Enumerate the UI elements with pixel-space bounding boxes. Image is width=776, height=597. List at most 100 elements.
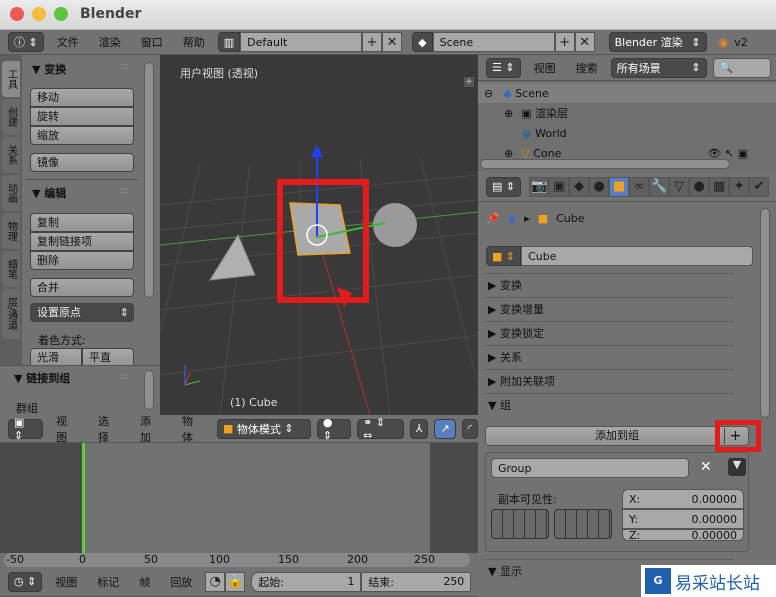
- pin-icon[interactable]: 📌: [486, 212, 500, 225]
- layout-icon[interactable]: ▥: [217, 32, 241, 52]
- tab-physics[interactable]: ✔: [749, 176, 770, 197]
- panel-transform[interactable]: ▶ 变换: [484, 273, 734, 297]
- duplicate-linked-button[interactable]: 复制链接项: [30, 232, 134, 251]
- tab-texture[interactable]: ▦: [709, 176, 730, 197]
- tab-layers[interactable]: 层/通道: [2, 289, 20, 339]
- timeline-scrollbar[interactable]: [4, 553, 470, 567]
- scale-button[interactable]: 缩放: [30, 126, 134, 145]
- current-frame-line[interactable]: [82, 443, 85, 553]
- menu-frame[interactable]: 帧: [132, 574, 157, 590]
- panel-relations[interactable]: ▶ 关系: [484, 345, 734, 369]
- outliner-item-render-layers[interactable]: ⊕ ▣ 渲染层: [478, 103, 776, 123]
- tab-tools[interactable]: 工具: [2, 61, 20, 97]
- editor-type-3d-icon[interactable]: ▣ ⇕: [8, 416, 44, 442]
- tab-render-layers[interactable]: ▣: [549, 176, 570, 197]
- scene-icon[interactable]: ◆: [412, 32, 433, 52]
- panel-delta-transform[interactable]: ▶ 变换增量: [484, 297, 734, 321]
- tab-physics[interactable]: 物理: [2, 213, 20, 249]
- outliner-search-input[interactable]: 🔍: [712, 57, 771, 78]
- delete-button[interactable]: 删除: [30, 251, 134, 270]
- offset-x-field[interactable]: X: 0.00000: [622, 489, 744, 509]
- object-name-input[interactable]: Cube: [521, 246, 754, 266]
- end-frame-field[interactable]: 结束: 250: [361, 571, 472, 592]
- offset-z-field[interactable]: Z: 0.00000: [622, 529, 744, 541]
- editor-type-info-icon[interactable]: ⓘ ⇕: [8, 32, 44, 52]
- menu-add[interactable]: 添加: [133, 413, 169, 445]
- duplicate-button[interactable]: 复制: [30, 213, 134, 232]
- link-group-scrollbar[interactable]: [144, 370, 154, 410]
- menu-render[interactable]: 渲染: [92, 34, 128, 50]
- layout-field[interactable]: Default: [240, 32, 363, 52]
- tab-world[interactable]: ●: [589, 176, 610, 197]
- group-name-input[interactable]: Group: [491, 458, 689, 478]
- tab-grease-pencil[interactable]: 蜡笔: [2, 251, 20, 287]
- drag-grip-icon[interactable]: ::::: [120, 186, 129, 196]
- rotate-button[interactable]: 旋转: [30, 107, 134, 126]
- manipulator-toggle-icon[interactable]: ⅄: [409, 418, 429, 439]
- menu-window[interactable]: 窗口: [134, 34, 170, 50]
- panel-transform-header[interactable]: ▼ 变换: [32, 61, 66, 77]
- tab-material[interactable]: ●: [689, 176, 710, 197]
- start-frame-field[interactable]: 起始: 1: [251, 571, 362, 592]
- panel-link-group-header[interactable]: ▼ 链接到组: [14, 370, 70, 386]
- tab-relations[interactable]: 关系: [2, 137, 20, 173]
- rotate-manipulator-icon[interactable]: ◜: [461, 418, 478, 439]
- tab-data[interactable]: ▽: [669, 176, 690, 197]
- lock-icon[interactable]: 🔒: [225, 571, 246, 592]
- layer-grid-1[interactable]: [491, 509, 549, 539]
- outliner-item-world[interactable]: ● World: [478, 123, 776, 143]
- add-layout-button[interactable]: +: [362, 32, 383, 52]
- menu-view[interactable]: 视图: [48, 574, 84, 590]
- minimize-window-button[interactable]: [32, 7, 46, 21]
- drag-grip-icon[interactable]: ::::: [120, 62, 129, 72]
- translate-manipulator-icon[interactable]: ↗: [434, 418, 456, 439]
- join-button[interactable]: 合并: [30, 278, 134, 297]
- mode-select[interactable]: ■ 物体模式 ⇕: [216, 418, 311, 439]
- 3d-viewport[interactable]: 用户视图 (透视) (1) Cube +: [160, 55, 478, 415]
- remove-scene-button[interactable]: ✕: [574, 32, 595, 52]
- drag-grip-icon[interactable]: ::::: [120, 372, 129, 382]
- tab-modifiers[interactable]: 🔧: [649, 176, 670, 197]
- tab-object[interactable]: ■: [609, 176, 630, 197]
- tab-render[interactable]: 📷: [529, 176, 550, 197]
- menu-playback[interactable]: 回放: [163, 574, 199, 590]
- scene-field[interactable]: Scene: [432, 32, 555, 52]
- menu-view[interactable]: 视图: [49, 413, 85, 445]
- panel-relations-extras[interactable]: ▶ 附加关联项: [484, 369, 734, 393]
- viewport-shading-select[interactable]: ● ⇕: [316, 416, 352, 442]
- layer-grid-2[interactable]: [554, 509, 612, 539]
- tab-scene[interactable]: ◆: [569, 176, 590, 197]
- add-scene-button[interactable]: +: [554, 32, 575, 52]
- remove-layout-button[interactable]: ✕: [382, 32, 403, 52]
- display-filter-select[interactable]: 所有场景 ⇕: [610, 57, 707, 78]
- menu-file[interactable]: 文件: [50, 34, 86, 50]
- menu-object[interactable]: 物体: [175, 413, 211, 445]
- menu-view[interactable]: 视图: [527, 60, 563, 76]
- maximize-window-button[interactable]: [54, 7, 68, 21]
- set-origin-select[interactable]: 设置原点 ⇕: [30, 303, 134, 322]
- panel-groups[interactable]: ▼ 组: [484, 393, 734, 417]
- outliner-h-scrollbar[interactable]: [480, 159, 730, 169]
- panel-edit-header[interactable]: ▼ 编辑: [32, 185, 66, 201]
- tab-create[interactable]: 创建: [2, 99, 20, 135]
- group-specials-icon[interactable]: ▼: [728, 458, 746, 476]
- properties-toggle-icon[interactable]: +: [464, 77, 474, 87]
- add-to-group-button[interactable]: 添加到组: [485, 426, 749, 446]
- menu-marker[interactable]: 标记: [90, 574, 126, 590]
- outliner-item-scene[interactable]: ⊖ ◆ Scene: [478, 83, 776, 103]
- timeline-area[interactable]: [0, 443, 478, 567]
- preview-range-icon[interactable]: ◔: [205, 571, 226, 592]
- close-window-button[interactable]: [10, 7, 24, 21]
- menu-search[interactable]: 搜索: [569, 60, 605, 76]
- panel-transform-locks[interactable]: ▶ 变换锁定: [484, 321, 734, 345]
- tab-particles[interactable]: ✦: [729, 176, 750, 197]
- menu-select[interactable]: 选择: [91, 413, 127, 445]
- editor-type-timeline-icon[interactable]: ◷ ⇕: [8, 571, 43, 592]
- editor-type-properties-icon[interactable]: ▤ ⇕: [486, 176, 522, 197]
- editor-type-outliner-icon[interactable]: ☰ ⇕: [486, 57, 521, 78]
- tool-shelf-scrollbar[interactable]: [144, 62, 154, 298]
- menu-help[interactable]: 帮助: [176, 34, 212, 50]
- pivot-select[interactable]: ⚭ ⇕ ⇔: [357, 416, 404, 442]
- object-type-icon[interactable]: ■ ⇕: [486, 246, 522, 266]
- remove-group-icon[interactable]: ✕: [700, 459, 712, 475]
